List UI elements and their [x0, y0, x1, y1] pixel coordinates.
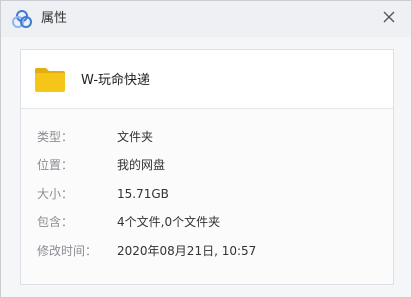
cloud-logo-icon: [12, 10, 32, 28]
property-row-modified: 修改时间： 2020年08月21日, 10:57: [21, 242, 393, 260]
property-row-size: 大小： 15.71GB: [21, 185, 393, 203]
property-label: 大小：: [37, 187, 74, 201]
property-row-location: 位置： 我的网盘: [21, 156, 393, 174]
property-row-type: 类型： 文件夹: [21, 128, 393, 146]
title-bar[interactable]: 属性: [1, 1, 411, 37]
property-label: 类型：: [37, 130, 74, 144]
dialog-title: 属性: [41, 11, 68, 26]
property-value: 我的网盘: [117, 158, 166, 172]
property-label: 包含：: [37, 215, 74, 229]
property-label: 修改时间：: [37, 244, 98, 258]
close-icon[interactable]: [381, 9, 397, 25]
properties-panel: W-玩命快递 类型： 文件夹 位置： 我的网盘 大小： 15.71GB 包含： …: [20, 49, 394, 285]
folder-icon: [35, 68, 65, 92]
properties-dialog: 属性 W-玩命快递 类型： 文件夹 位置： 我的网盘 大小： 15.71GB 包…: [0, 0, 412, 298]
property-value: 2020年08月21日, 10:57: [117, 244, 257, 258]
property-row-contains: 包含： 4个文件,0个文件夹: [21, 213, 393, 231]
property-value: 文件夹: [117, 130, 154, 144]
property-label: 位置：: [37, 158, 74, 172]
file-name: W-玩命快递: [81, 73, 151, 88]
file-header: W-玩命快递: [21, 50, 393, 109]
property-value: 15.71GB: [117, 187, 169, 201]
property-value: 4个文件,0个文件夹: [117, 215, 221, 229]
